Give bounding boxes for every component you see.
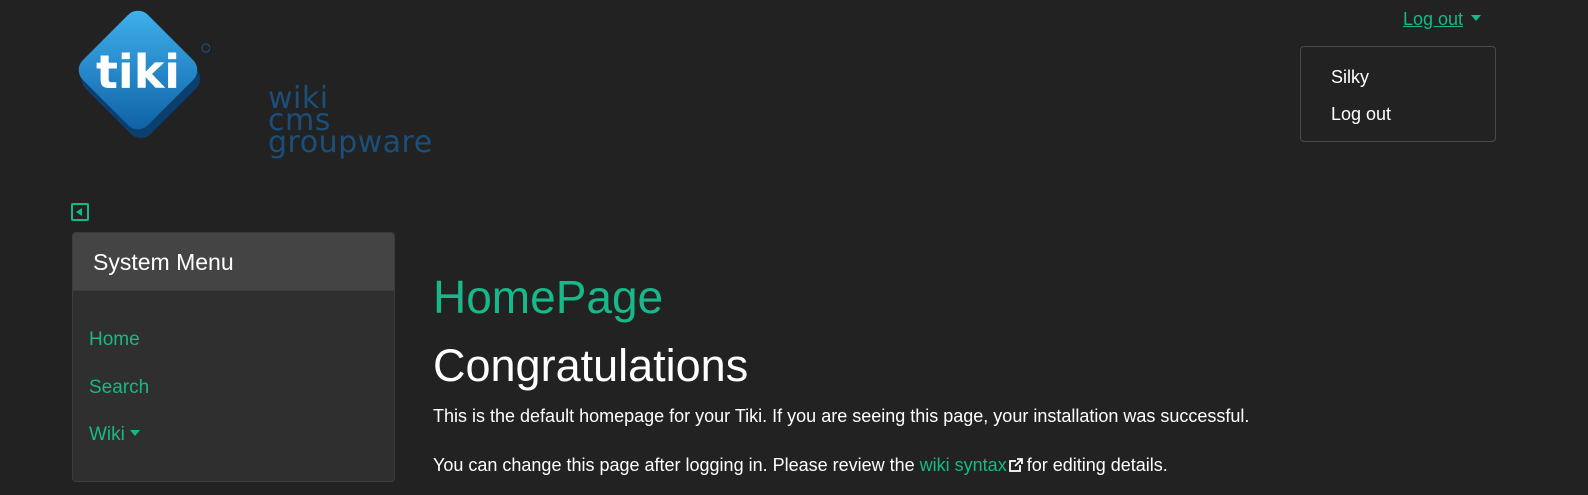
system-menu-panel: System Menu Home Search Wiki xyxy=(72,232,395,482)
collapse-left-icon[interactable] xyxy=(71,203,89,221)
help-text-before: You can change this page after logging i… xyxy=(433,455,920,475)
menu-item-wiki[interactable]: Wiki xyxy=(89,424,140,446)
menu-item-search[interactable]: Search xyxy=(89,377,149,399)
logo-tagline: wiki cms groupware xyxy=(268,84,433,160)
menu-item-home[interactable]: Home xyxy=(89,329,140,351)
tiki-logo[interactable]: tiki wiki cms groupware xyxy=(70,10,432,175)
user-menu-toggle-label: Log out xyxy=(1403,9,1464,29)
caret-down-icon xyxy=(1471,15,1482,22)
system-menu-title: System Menu xyxy=(73,233,394,291)
dropdown-item-logout[interactable]: Log out xyxy=(1331,104,1391,125)
page: tiki wiki cms groupware Log out Silky Lo… xyxy=(0,0,1588,495)
caret-down-icon xyxy=(129,429,140,436)
help-text-after: for editing details. xyxy=(1026,455,1168,475)
user-menu-toggle[interactable]: Log out xyxy=(1403,9,1482,30)
help-paragraph: You can change this page after logging i… xyxy=(433,455,1168,476)
intro-paragraph: This is the default homepage for your Ti… xyxy=(433,406,1250,426)
content-heading: Congratulations xyxy=(433,340,749,391)
user-dropdown-menu: Silky Log out xyxy=(1300,46,1496,142)
external-link-icon xyxy=(1008,458,1023,472)
logo-mark-text: tiki xyxy=(96,45,180,99)
menu-item-wiki-label: Wiki xyxy=(89,424,125,445)
logo-word: groupware xyxy=(268,125,433,160)
dropdown-item-username[interactable]: Silky xyxy=(1331,67,1369,88)
tiki-logo-mark: tiki xyxy=(78,10,210,139)
wiki-syntax-link[interactable]: wiki syntax xyxy=(920,455,1007,475)
page-title[interactable]: HomePage xyxy=(433,270,663,324)
